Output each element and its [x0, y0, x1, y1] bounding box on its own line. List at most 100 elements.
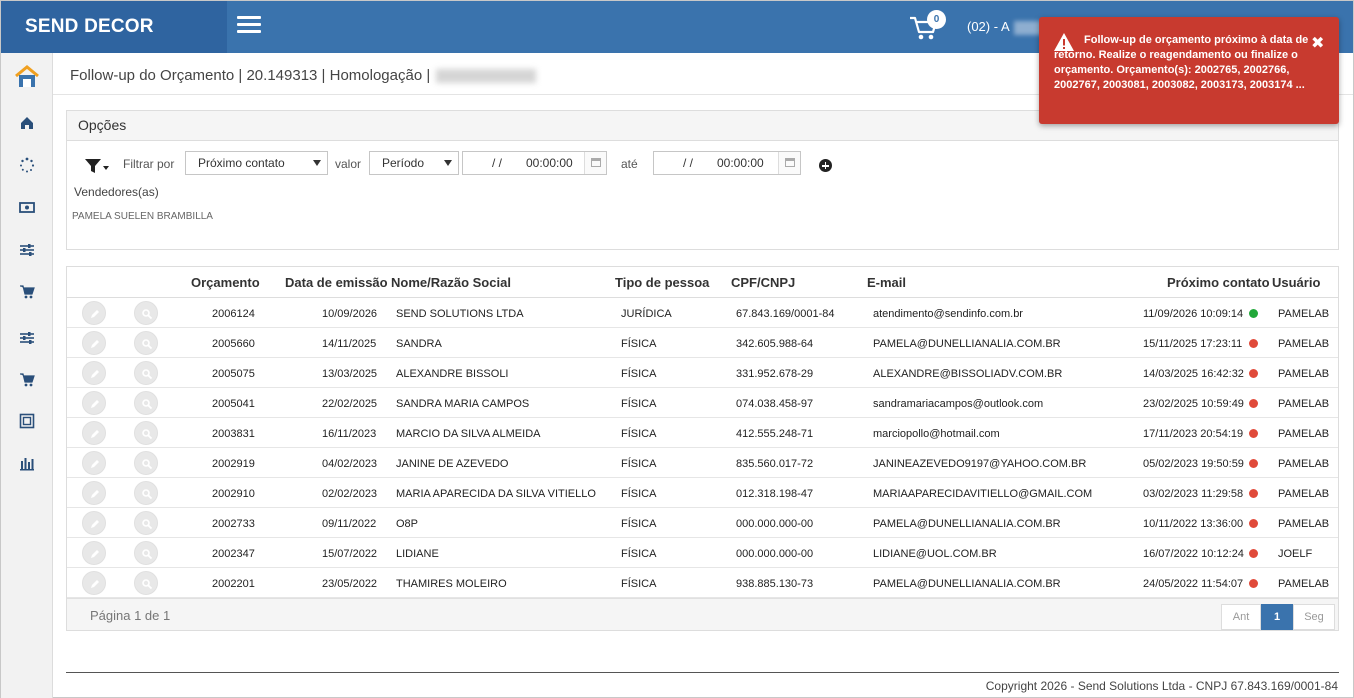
col-cpf[interactable]: CPF/CNPJ [731, 275, 795, 290]
cell-nome: THAMIRES MOLEIRO [396, 578, 507, 590]
close-icon[interactable]: ✖ [1311, 33, 1324, 53]
edit-icon[interactable] [82, 421, 106, 445]
brand-logo[interactable]: SEND DECOR [1, 1, 227, 53]
search-icon[interactable] [134, 451, 158, 475]
search-icon[interactable] [134, 361, 158, 385]
cell-email: PAMELA@DUNELLIANALIA.COM.BR [873, 578, 1061, 590]
cell-data-emissao: 23/05/2022 [322, 578, 378, 590]
table-footer: Página 1 de 1 Ant 1 Seg [67, 598, 1338, 630]
user-info[interactable]: (02) - A [967, 19, 1044, 35]
table-row[interactable]: 2005660 14/11/2025 SANDRA FÍSICA 342.605.988… [67, 328, 1338, 358]
cell-tipo: FÍSICA [621, 578, 657, 590]
col-usuario[interactable]: Usuário [1272, 275, 1320, 290]
status-dot [1249, 369, 1258, 378]
home-logo-icon[interactable] [13, 63, 41, 91]
sidebar [1, 53, 53, 698]
search-icon[interactable] [134, 391, 158, 415]
table-row[interactable]: 2002910 02/02/2023 MARIA APARECIDA DA SILV… [67, 478, 1338, 508]
cell-usuario: PAMELAB [1278, 578, 1330, 590]
col-tipo[interactable]: Tipo de pessoa [615, 275, 709, 290]
money-icon[interactable] [19, 199, 35, 215]
edit-icon[interactable] [82, 541, 106, 565]
edit-icon[interactable] [82, 391, 106, 415]
edit-icon[interactable] [82, 451, 106, 475]
edit-icon[interactable] [82, 361, 106, 385]
cell-cpf: 342.605.988-64 [736, 338, 814, 350]
cell-proximo-contato: 17/11/2023 20:54:19 [1143, 428, 1244, 440]
seller-name[interactable]: PAMELA SUELEN BRAMBILLA [72, 211, 213, 222]
table-row[interactable]: 2002733 09/11/2022 O8P FÍSICA 000.000.000-00… [67, 508, 1338, 538]
table-row[interactable]: 2005075 13/03/2025 ALEXANDRE BISSOLI FÍSICA… [67, 358, 1338, 388]
search-icon[interactable] [134, 301, 158, 325]
calendar-icon[interactable] [584, 152, 606, 174]
status-dot [1249, 519, 1258, 528]
sliders-icon-2[interactable] [19, 330, 35, 346]
cart-count-badge: 0 [927, 10, 946, 29]
cell-cpf: 938.885.130-73 [736, 578, 814, 590]
hamburger-menu-icon[interactable] [237, 16, 261, 34]
table-row[interactable]: 2002347 15/07/2022 LIDIANE FÍSICA 000.000.00… [67, 538, 1338, 568]
cell-nome: MARCIO DA SILVA ALMEIDA [396, 428, 541, 440]
date-to-input[interactable]: / / 00:00:00 [653, 151, 801, 175]
edit-icon[interactable] [82, 331, 106, 355]
col-data-emissao[interactable]: Data de emissão [285, 275, 388, 290]
cell-nome: SEND SOLUTIONS LTDA [396, 308, 524, 320]
copyright: Copyright 2026 - Send Solutions Ltda - C… [985, 679, 1338, 693]
cell-email: PAMELA@DUNELLIANALIA.COM.BR [873, 518, 1061, 530]
cell-orcamento: 2003831 [212, 428, 255, 440]
cell-email: PAMELA@DUNELLIANALIA.COM.BR [873, 338, 1061, 350]
time-from-value: 00:00:00 [526, 156, 573, 170]
edit-icon[interactable] [82, 511, 106, 535]
calendar-icon[interactable] [778, 152, 800, 174]
cell-cpf: 835.560.017-72 [736, 458, 814, 470]
user-label: (02) - A [967, 19, 1010, 34]
period-select[interactable]: Período [369, 151, 459, 175]
filter-icon[interactable] [84, 157, 110, 175]
search-icon[interactable] [134, 331, 158, 355]
image-frame-icon[interactable] [19, 413, 35, 429]
cell-orcamento: 2002733 [212, 518, 255, 530]
search-icon[interactable] [134, 571, 158, 595]
table-row[interactable]: 2003831 16/11/2023 MARCIO DA SILVA ALMEIDA… [67, 418, 1338, 448]
col-orcamento[interactable]: Orçamento [191, 275, 260, 290]
cell-nome: MARIA APARECIDA DA SILVA VITIELLO [396, 488, 596, 500]
followup-notification: Follow-up de orçamento próximo à data de… [1039, 17, 1339, 124]
edit-icon[interactable] [82, 481, 106, 505]
cell-tipo: FÍSICA [621, 428, 657, 440]
search-icon[interactable] [134, 541, 158, 565]
table-row[interactable]: 2005041 22/02/2025 SANDRA MARIA CAMPOS FÍSI… [67, 388, 1338, 418]
spinner-icon[interactable] [19, 157, 35, 173]
cart-nav-icon-2[interactable] [19, 372, 35, 388]
search-icon[interactable] [134, 511, 158, 535]
col-proximo-contato[interactable]: Próximo contato [1167, 275, 1270, 290]
col-email[interactable]: E-mail [867, 275, 906, 290]
cell-proximo-contato: 23/02/2025 10:59:49 [1143, 398, 1244, 410]
date-from-input[interactable]: / / 00:00:00 [462, 151, 607, 175]
table-row[interactable]: 2002919 04/02/2023 JANINE DE AZEVEDO FÍSICA… [67, 448, 1338, 478]
pager-current-button[interactable]: 1 [1261, 604, 1293, 630]
cell-email: ALEXANDRE@BISSOLIADV.COM.BR [873, 368, 1063, 380]
edit-icon[interactable] [82, 571, 106, 595]
cell-proximo-contato: 16/07/2022 10:12:24 [1143, 548, 1244, 560]
home-icon[interactable] [19, 115, 35, 131]
search-icon[interactable] [134, 421, 158, 445]
table-row[interactable]: 2002201 23/05/2022 THAMIRES MOLEIRO FÍSICA 9… [67, 568, 1338, 598]
page-title-text: Follow-up do Orçamento | 20.149313 | Hom… [70, 67, 431, 84]
cell-usuario: PAMELAB [1278, 428, 1330, 440]
cell-tipo: FÍSICA [621, 368, 657, 380]
bar-chart-icon[interactable] [19, 455, 35, 471]
edit-icon[interactable] [82, 301, 106, 325]
filter-select[interactable]: Próximo contato [185, 151, 328, 175]
pager-next-button[interactable]: Seg [1293, 604, 1335, 630]
table-row[interactable]: 2006124 10/09/2026 SEND SOLUTIONS LTDA JURÍ… [67, 298, 1338, 328]
cell-tipo: FÍSICA [621, 458, 657, 470]
cart-nav-icon[interactable] [19, 284, 35, 300]
cell-orcamento: 2005660 [212, 338, 255, 350]
cell-data-emissao: 16/11/2023 [322, 428, 377, 440]
add-filter-icon[interactable] [819, 159, 832, 172]
pager-prev-button[interactable]: Ant [1221, 604, 1261, 630]
valor-label: valor [335, 157, 362, 171]
search-icon[interactable] [134, 481, 158, 505]
col-nome[interactable]: Nome/Razão Social [391, 275, 511, 290]
sliders-icon[interactable] [19, 242, 35, 258]
